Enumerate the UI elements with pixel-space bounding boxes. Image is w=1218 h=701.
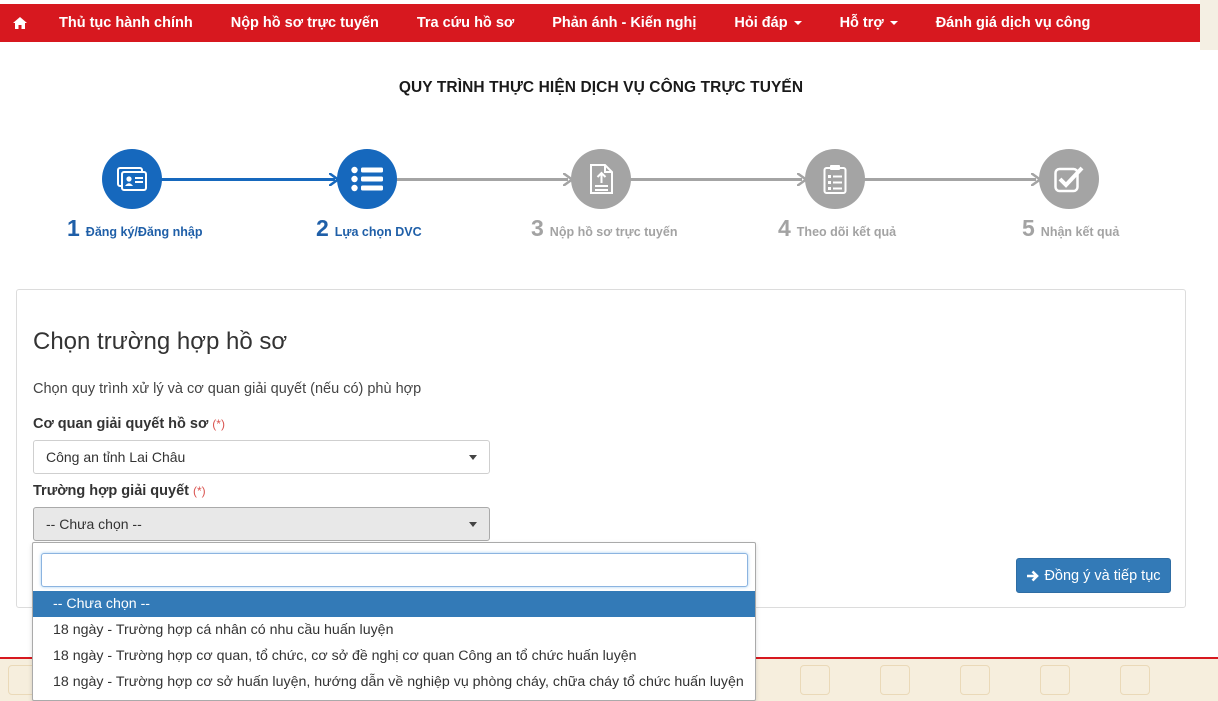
nav-item-label: Tra cứu hồ sơ (416, 15, 515, 31)
footer-pattern (960, 665, 990, 695)
step-2-label: 2 Lựa chọn DVC (316, 215, 422, 242)
step-connector (629, 178, 802, 181)
dropdown-option[interactable]: 18 ngày - Trường hợp cơ sở huấn luyện, h… (33, 669, 755, 695)
caret-down-icon (469, 455, 477, 460)
step-text: Nhận kết quả (1040, 225, 1120, 239)
step-text: Lựa chọn DVC (334, 225, 422, 239)
dropdown-search-input[interactable] (41, 553, 748, 587)
step-text: Đăng ký/Đăng nhập (85, 225, 203, 239)
step-5-label: 5 Nhận kết quả (1022, 215, 1119, 242)
step-number: 2 (316, 215, 329, 241)
dropdown-option[interactable]: 18 ngày - Trường hợp cơ quan, tổ chức, c… (33, 643, 755, 669)
step-text: Nộp hồ sơ trực tuyến (549, 225, 678, 239)
nav-item-label: Nộp hồ sơ trực tuyến (230, 15, 379, 31)
step-3-label: 3 Nộp hồ sơ trực tuyến (531, 215, 677, 242)
nav-item-label: Thủ tục hành chính (59, 15, 193, 31)
step-4-circle (805, 149, 865, 209)
top-navbar: Thủ tục hành chính Nộp hồ sơ trực tuyến … (0, 4, 1200, 42)
step-number: 4 (778, 215, 791, 241)
agency-label-text: Cơ quan giải quyết hồ sơ (33, 416, 209, 432)
case-label-text: Trường hợp giải quyết (33, 483, 189, 499)
nav-item-hoi-dap[interactable]: Hỏi đáp (715, 4, 820, 42)
dropdown-option[interactable]: 18 ngày - Trường hợp cá nhân có nhu cầu … (33, 617, 755, 643)
nav-item-label: Phản ánh - Kiến nghị (552, 15, 697, 31)
footer-pattern (1040, 665, 1070, 695)
agency-select-value: Công an tỉnh Lai Châu (46, 449, 186, 465)
footer-pattern (800, 665, 830, 695)
agency-field-label: Cơ quan giải quyết hồ sơ (*) (33, 416, 225, 432)
home-link[interactable] (0, 4, 40, 42)
dropdown-option[interactable]: -- Chưa chọn -- (33, 591, 755, 617)
list-icon (351, 166, 383, 192)
step-number: 3 (531, 215, 544, 241)
step-number: 5 (1022, 215, 1035, 241)
nav-item-phan-anh[interactable]: Phản ánh - Kiến nghị (533, 4, 715, 42)
case-select-value: -- Chưa chọn -- (46, 516, 142, 532)
check-square-icon (1054, 166, 1084, 193)
caret-down-icon (469, 522, 477, 527)
panel-description: Chọn quy trình xử lý và cơ quan giải quy… (33, 381, 422, 397)
continue-button[interactable]: Đồng ý và tiếp tục (1016, 558, 1171, 593)
process-steps: 1 Đăng ký/Đăng nhập 2 Lựa chọn DVC 3 Nộp… (0, 140, 1218, 250)
step-text: Theo dõi kết quả (796, 225, 897, 239)
footer-pattern (880, 665, 910, 695)
step-5-circle (1039, 149, 1099, 209)
nav-item-label: Đánh giá dịch vụ công (935, 15, 1091, 31)
step-1-circle (102, 149, 162, 209)
required-mark: (*) (212, 417, 225, 431)
step-connector (395, 178, 568, 181)
step-2-circle (337, 149, 397, 209)
required-mark: (*) (192, 484, 206, 498)
continue-button-label: Đồng ý và tiếp tục (1044, 567, 1161, 584)
home-icon (13, 17, 27, 29)
page-title: QUY TRÌNH THỰC HIỆN DỊCH VỤ CÔNG TRỰC TU… (398, 79, 804, 96)
caret-down-icon (793, 21, 802, 25)
step-4-label: 4 Theo dõi kết quả (778, 215, 896, 242)
nav-item-nop-ho-so[interactable]: Nộp hồ sơ trực tuyến (212, 4, 398, 42)
case-select[interactable]: -- Chưa chọn -- (33, 507, 490, 541)
nav-item-label: Hỗ trợ (839, 15, 884, 31)
agency-select[interactable]: Công an tỉnh Lai Châu (33, 440, 490, 474)
dropdown-options: -- Chưa chọn -- 18 ngày - Trường hợp cá … (33, 591, 755, 695)
nav-item-label: Hỏi đáp (734, 15, 788, 31)
page-edge-strip (1200, 0, 1218, 50)
caret-down-icon (889, 21, 898, 25)
panel-heading: Chọn trường hợp hồ sơ (33, 328, 288, 355)
step-connector (160, 178, 335, 181)
nav-item-danh-gia[interactable]: Đánh giá dịch vụ công (917, 4, 1110, 42)
clipboard-list-icon (823, 165, 847, 194)
arrow-right-icon (1027, 570, 1040, 581)
upload-document-icon (590, 164, 613, 194)
step-number: 1 (67, 215, 80, 241)
case-dropdown-menu: -- Chưa chọn -- 18 ngày - Trường hợp cá … (32, 542, 756, 701)
step-1-label: 1 Đăng ký/Đăng nhập (67, 215, 202, 242)
step-connector (863, 178, 1036, 181)
nav-item-thu-tuc[interactable]: Thủ tục hành chính (40, 4, 212, 42)
case-field-label: Trường hợp giải quyết (*) (33, 483, 206, 499)
id-card-icon (117, 167, 147, 191)
nav-item-tra-cuu[interactable]: Tra cứu hồ sơ (398, 4, 533, 42)
nav-item-ho-tro[interactable]: Hỗ trợ (821, 4, 917, 42)
step-3-circle (571, 149, 631, 209)
footer-pattern (1120, 665, 1150, 695)
